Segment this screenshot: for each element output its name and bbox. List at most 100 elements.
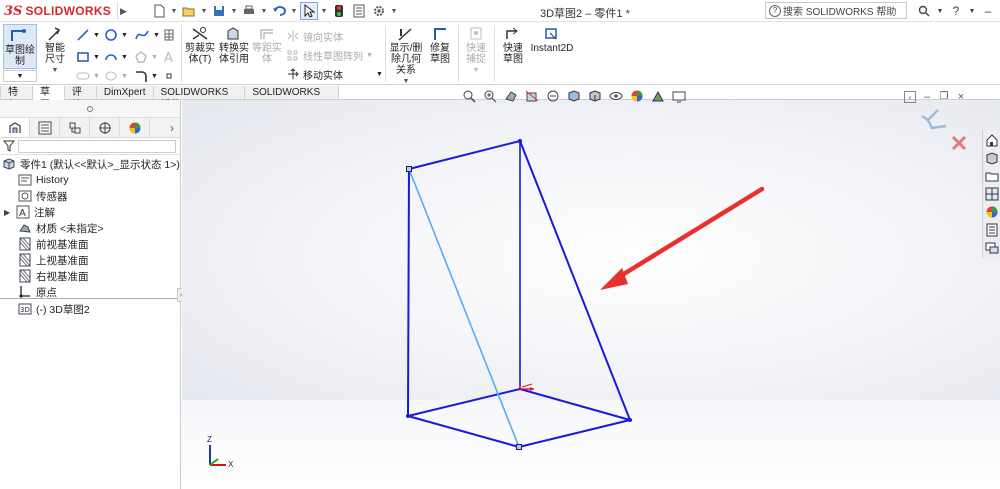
- rectangle-tool[interactable]: ▼: [76, 49, 100, 65]
- sketch-vertex[interactable]: [406, 414, 410, 418]
- file-explorer-icon[interactable]: [983, 167, 1000, 184]
- instant2d-button[interactable]: Instant2D: [531, 25, 573, 54]
- tab-evaluate[interactable]: 评估: [63, 86, 97, 111]
- zoom-to-fit-icon[interactable]: [460, 88, 477, 104]
- select-dropdown-icon[interactable]: ▼: [320, 2, 328, 20]
- tab-features[interactable]: 特征: [0, 86, 33, 111]
- slot-tool[interactable]: ▼: [76, 68, 100, 84]
- undo-icon[interactable]: [270, 2, 288, 20]
- tab-dimxpert[interactable]: DimXpert: [95, 86, 154, 100]
- tree-item-front-plane[interactable]: 前视基准面: [18, 236, 89, 252]
- tree-item-annotations[interactable]: ▶ A 注解: [4, 204, 55, 220]
- rebuild-icon[interactable]: [330, 2, 348, 20]
- grid-tool[interactable]: [163, 27, 175, 43]
- linear-pattern-button[interactable]: 线性草图阵列 ▼: [286, 47, 373, 63]
- sketch-line-bottom-right[interactable]: [519, 388, 631, 421]
- tree-item-material[interactable]: 材质 <未指定>: [18, 220, 104, 236]
- rapid-sketch-button[interactable]: 快速草图: [497, 25, 529, 65]
- move-entities-button[interactable]: 移动实体 ▼: [286, 66, 383, 82]
- select-pointer-icon[interactable]: [300, 2, 318, 20]
- viewport-minimize-icon[interactable]: –: [921, 91, 933, 103]
- trim-entities-button[interactable]: 剪裁实体(T): [184, 25, 216, 65]
- sketch-line-front-left[interactable]: [407, 415, 520, 448]
- open-folder-icon[interactable]: [180, 2, 198, 20]
- previous-view-icon[interactable]: [502, 88, 519, 104]
- viewport-close-icon[interactable]: ×: [955, 91, 967, 103]
- search-dropdown-icon[interactable]: ▼: [936, 2, 944, 20]
- point-tool[interactable]: [163, 68, 175, 84]
- sketch-point[interactable]: [406, 166, 412, 172]
- menu-expand-arrow-icon[interactable]: ▶: [117, 2, 129, 20]
- open-dropdown-icon[interactable]: ▼: [200, 2, 208, 20]
- fillet-tool[interactable]: ▼: [134, 68, 158, 84]
- tree-root-part[interactable]: 零件1 (默认<<默认>_显示状态 1>): [2, 156, 180, 172]
- tree-item-top-plane[interactable]: 上视基准面: [18, 252, 89, 268]
- dynamic-annotation-view-icon[interactable]: [544, 88, 561, 104]
- smart-dimension-button[interactable]: 智能尺寸 ▼: [40, 25, 70, 76]
- custom-properties-icon[interactable]: [983, 221, 1000, 238]
- viewport-toggle-icon[interactable]: ‹: [904, 91, 916, 103]
- solidworks-logo[interactable]: 3S SOLIDWORKS: [4, 3, 111, 19]
- filter-input[interactable]: [18, 140, 176, 153]
- display-relations-dropdown-icon[interactable]: ▼: [403, 76, 410, 87]
- help-search-box[interactable]: ? 搜索 SOLIDWORKS 帮助: [765, 2, 907, 19]
- help-dropdown-icon[interactable]: ▼: [968, 2, 976, 20]
- sketch-dropdown[interactable]: ▼: [3, 70, 37, 82]
- spline-tool[interactable]: ▼: [134, 27, 160, 43]
- tab-sketch[interactable]: 草图: [31, 86, 65, 111]
- expand-arrow-icon[interactable]: ▶: [4, 208, 16, 217]
- zoom-to-area-icon[interactable]: [481, 88, 498, 104]
- print-dropdown-icon[interactable]: ▼: [260, 2, 268, 20]
- smart-dimension-dropdown-icon[interactable]: ▼: [52, 65, 59, 76]
- feature-manager-tab-icon[interactable]: [0, 118, 30, 137]
- tree-item-3d-sketch[interactable]: 3D (-) 3D草图2: [18, 301, 90, 317]
- print-icon[interactable]: [240, 2, 258, 20]
- offset-entities-button[interactable]: 等距实体: [252, 25, 282, 65]
- ellipse-tool[interactable]: ▼: [104, 68, 128, 84]
- exit-sketch-icon[interactable]: [918, 108, 952, 138]
- repair-sketch-button[interactable]: 修复草图: [424, 25, 456, 65]
- solidworks-forum-icon[interactable]: [983, 239, 1000, 256]
- undo-dropdown-icon[interactable]: ▼: [290, 2, 298, 20]
- tree-item-history[interactable]: History: [18, 172, 69, 188]
- polygon-tool[interactable]: ▼: [134, 49, 158, 65]
- manager-tabs-next-icon[interactable]: ›: [166, 120, 178, 136]
- sketch-point[interactable]: [516, 444, 522, 450]
- sketch-line-top[interactable]: [408, 140, 521, 170]
- new-dropdown-icon[interactable]: ▼: [170, 2, 178, 20]
- viewport-restore-icon[interactable]: ❐: [938, 91, 950, 103]
- appearances-scenes-icon[interactable]: [983, 203, 1000, 220]
- minimize-button[interactable]: –: [979, 2, 997, 20]
- save-icon[interactable]: [210, 2, 228, 20]
- rollback-bar[interactable]: [0, 298, 181, 299]
- display-relations-button[interactable]: 显示/删除几何关系 ▼: [388, 25, 424, 87]
- convert-entities-button[interactable]: 转换实体引用: [218, 25, 250, 65]
- apply-scene-icon[interactable]: [649, 88, 666, 104]
- file-properties-icon[interactable]: [350, 2, 368, 20]
- mirror-entities-button[interactable]: 镜向实体: [286, 28, 343, 44]
- panel-splitter[interactable]: [0, 100, 180, 118]
- graphics-area[interactable]: ‹ – ❐ × Z X: [182, 90, 1000, 489]
- display-manager-tab-icon[interactable]: [120, 118, 150, 137]
- sketch-vertex[interactable]: [518, 139, 522, 143]
- circle-tool[interactable]: ▼: [104, 27, 128, 43]
- arc-tool[interactable]: ▼: [104, 49, 128, 65]
- help-button[interactable]: ?: [947, 2, 965, 20]
- text-tool[interactable]: A: [163, 49, 175, 65]
- save-dropdown-icon[interactable]: ▼: [230, 2, 238, 20]
- edit-appearance-icon[interactable]: [628, 88, 645, 104]
- search-icon[interactable]: [915, 2, 933, 20]
- hide-show-items-icon[interactable]: [607, 88, 624, 104]
- section-view-icon[interactable]: [523, 88, 540, 104]
- design-library-icon[interactable]: [983, 149, 1000, 166]
- sketch-line-diagonal-selected[interactable]: [408, 168, 520, 448]
- tab-solidworks-mbd[interactable]: SOLIDWORKS MBD: [244, 86, 339, 111]
- configuration-manager-tab-icon[interactable]: [60, 118, 90, 137]
- sketch-line-left-vertical[interactable]: [407, 168, 410, 417]
- sketch-button[interactable]: 草图绘制: [3, 24, 37, 69]
- filter-icon[interactable]: [3, 140, 15, 152]
- view-orientation-icon[interactable]: [565, 88, 582, 104]
- line-tool[interactable]: ▼: [76, 27, 100, 43]
- tab-solidworks-addins[interactable]: SOLIDWORKS 插件: [152, 86, 246, 111]
- sketch-vertex[interactable]: [628, 418, 632, 422]
